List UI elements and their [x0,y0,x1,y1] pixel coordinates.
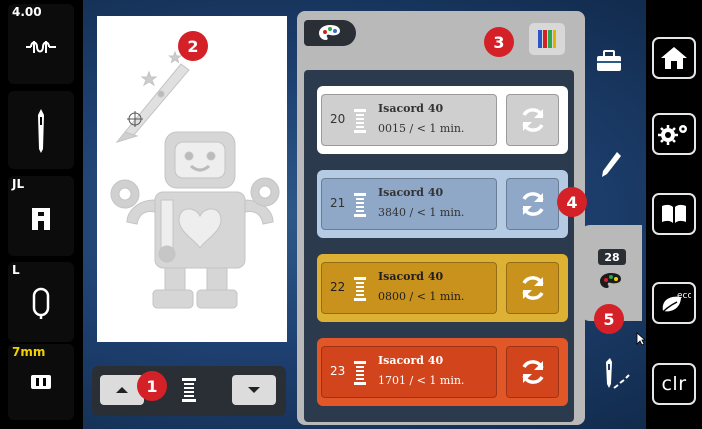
spool-icon [354,277,366,305]
refresh-icon [521,108,544,132]
hoop-label: L [12,263,20,277]
tutorial-button[interactable] [652,193,696,235]
eco-label: eco [677,291,691,301]
design-preview[interactable] [97,16,287,342]
arrow-down-icon [248,387,260,393]
palette-tab[interactable] [304,20,356,46]
spool-icon [354,361,366,389]
thread-info-box[interactable]: 20 Isacord 40 0015 / < 1 min. [321,94,497,146]
color-number: 22 [330,280,346,294]
callout-3: 3 [484,27,514,57]
color-scroll-panel [92,366,286,416]
home-icon [661,47,687,69]
spool-icon [354,193,366,221]
color-number: 20 [330,112,346,126]
presser-foot-icon [8,204,74,232]
robot-design-image [110,50,280,309]
callout-5: 5 [594,304,624,334]
thread-name: Isacord 40 [378,102,444,115]
stitch-width-label: 7mm [12,345,46,359]
palette-icon [599,272,623,294]
presser-foot-button[interactable]: JL [8,176,74,256]
gears-icon [658,125,687,145]
arrow-up-icon [116,387,128,393]
callout-2: 2 [178,31,208,61]
stitch-plate-button[interactable]: 7mm [8,344,74,420]
color-row-20[interactable]: 20 Isacord 40 0015 / < 1 min. [317,86,568,154]
tension-value: 4.00 [12,5,42,19]
settings-button[interactable] [652,113,696,155]
clear-label: clr [661,373,687,395]
thread-info-box[interactable]: 22 Isacord 40 0800 / < 1 min. [321,262,497,314]
spool-icon [354,109,366,137]
color-number: 21 [330,196,346,210]
callout-1: 1 [137,371,167,401]
edit-design-button[interactable] [601,150,623,182]
change-color-button[interactable] [506,262,559,314]
left-status-bar: 4.00 JL L 7mm [0,0,83,429]
scroll-down-button[interactable] [232,375,276,405]
hoop-icon [8,286,74,320]
tension-icon [8,38,74,56]
thread-tension-button[interactable]: 4.00 [8,4,74,84]
needle-icon [8,109,74,153]
refresh-icon [521,192,544,216]
presser-foot-label: JL [12,177,25,191]
clear-button[interactable]: clr [652,363,696,405]
change-color-button[interactable] [506,346,559,398]
color-row-21[interactable]: 21 Isacord 40 3840 / < 1 min. [317,170,568,238]
color-bars-icon [538,30,556,48]
thread-info: 1701 / < 1 min. [378,374,465,387]
refresh-icon [521,360,544,384]
book-icon [662,204,686,223]
refresh-icon [521,276,544,300]
thread-info: 0800 / < 1 min. [378,290,465,303]
spool-icon [182,378,196,406]
thread-info: 3840 / < 1 min. [378,206,465,219]
home-button[interactable] [652,37,696,79]
edit-toolbox-button[interactable] [596,50,622,76]
hoop-button[interactable]: L [8,262,74,342]
thread-info: 0015 / < 1 min. [378,122,465,135]
stitch-out-button[interactable] [602,358,630,396]
change-color-button[interactable] [506,178,559,230]
eco-leaf-icon: eco [659,291,691,316]
color-bar-button[interactable] [529,23,565,55]
thread-info-box[interactable]: 21 Isacord 40 3840 / < 1 min. [321,178,497,230]
needle-button[interactable] [8,91,74,169]
color-row-22[interactable]: 22 Isacord 40 0800 / < 1 min. [317,254,568,322]
briefcase-icon [597,50,621,71]
thread-info-box[interactable]: 23 Isacord 40 1701 / < 1 min. [321,346,497,398]
stitch-plate-icon [8,374,74,390]
thread-name: Isacord 40 [378,186,444,199]
change-color-button[interactable] [506,94,559,146]
thread-name: Isacord 40 [378,270,444,283]
eco-button[interactable]: eco [652,282,696,324]
color-row-23[interactable]: 23 Isacord 40 1701 / < 1 min. [317,338,568,406]
callout-4: 4 [557,187,587,217]
palette-icon [319,25,340,40]
color-number: 23 [330,364,346,378]
right-navigation-bar: eco clr [646,0,702,429]
color-count-badge: 28 [598,249,626,265]
pencil-icon [602,152,621,177]
thread-name: Isacord 40 [378,354,444,367]
mouse-cursor-icon [636,331,647,350]
needle-stitch-icon [606,358,630,389]
